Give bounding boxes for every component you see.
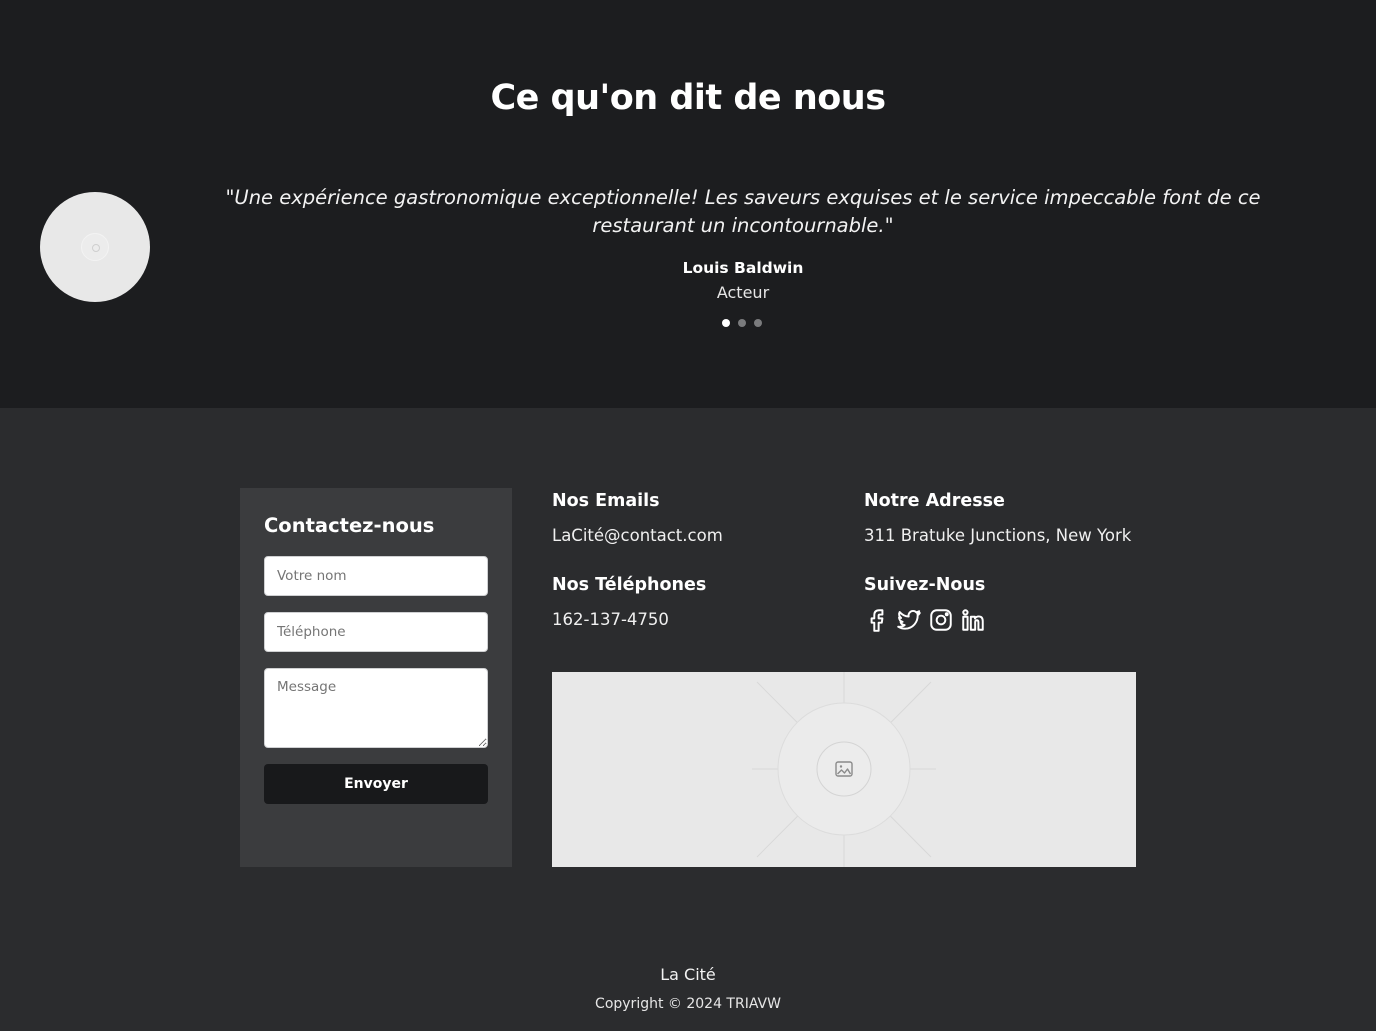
- phones-heading: Nos Téléphones: [552, 575, 707, 595]
- carousel-dot-2[interactable]: [738, 319, 746, 327]
- phone-input[interactable]: [264, 612, 488, 652]
- image-placeholder-icon: [81, 233, 109, 261]
- follow-heading: Suivez-Nous: [864, 575, 986, 595]
- send-button[interactable]: Envoyer: [264, 764, 488, 804]
- contact-title: Contactez-nous: [264, 514, 435, 537]
- address-text: 311 Bratuke Junctions, New York: [864, 526, 1132, 545]
- testimonial-author: Louis Baldwin: [682, 259, 804, 277]
- footer-brand: La Cité: [660, 965, 716, 984]
- social-links: [864, 606, 986, 634]
- instagram-icon[interactable]: [928, 606, 954, 634]
- message-textarea[interactable]: [264, 668, 488, 748]
- linkedin-icon[interactable]: [960, 606, 986, 634]
- address-heading: Notre Adresse: [864, 491, 1005, 511]
- contact-form: Contactez-nous Envoyer: [240, 488, 512, 867]
- testimonial-role: Acteur: [716, 283, 770, 302]
- emails-heading: Nos Emails: [552, 491, 660, 511]
- map-image-placeholder: [552, 672, 1136, 867]
- facebook-icon[interactable]: [864, 606, 890, 634]
- testimonial-quote: "Une expérience gastronomique exceptionn…: [225, 186, 1261, 237]
- carousel-dots: [722, 319, 762, 327]
- name-input[interactable]: [264, 556, 488, 596]
- carousel-dot-1[interactable]: [722, 319, 730, 327]
- author-avatar: [40, 192, 150, 302]
- footer-copyright: Copyright © 2024 TRIAVW: [595, 996, 781, 1012]
- phone-text: 162-137-4750: [552, 610, 669, 629]
- testimonials-section: Ce qu'on dit de nous "Une expérience gas…: [0, 0, 1376, 408]
- twitter-icon[interactable]: [896, 606, 922, 634]
- email-text: LaCité@contact.com: [552, 526, 723, 545]
- section-title: Ce qu'on dit de nous: [490, 78, 886, 118]
- carousel-dot-3[interactable]: [754, 319, 762, 327]
